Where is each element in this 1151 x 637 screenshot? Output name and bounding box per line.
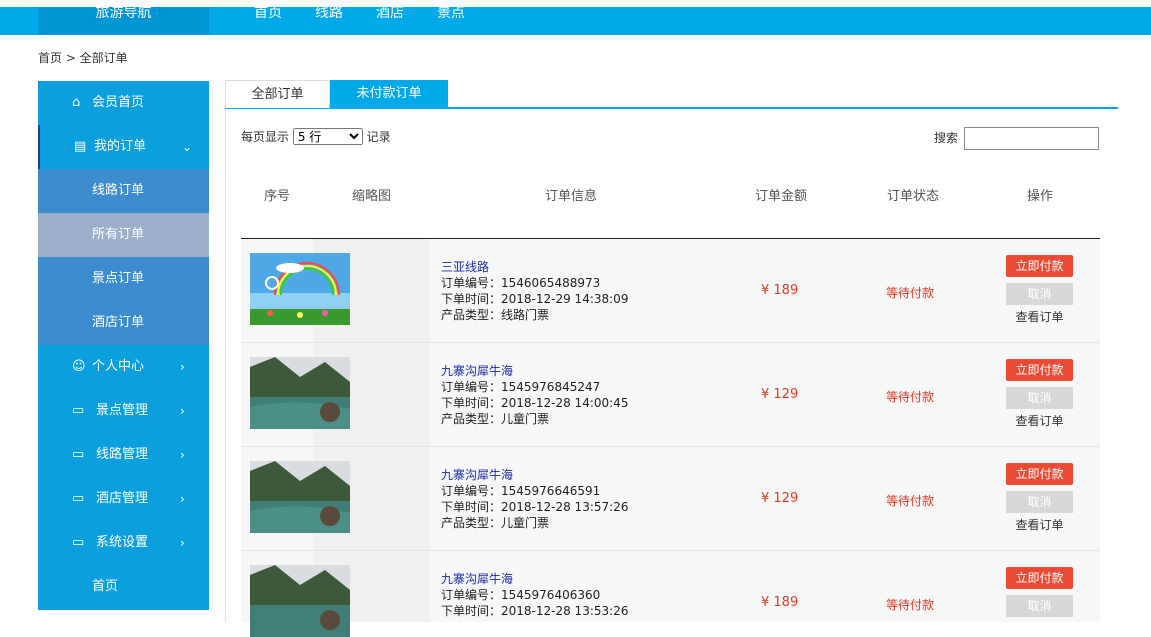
table-row: 3 九寨沟犀牛海 订单编号：1545976646591 下单时间：2018-12…: [241, 447, 1100, 551]
order-time: 下单时间：2018-12-28 14:00:45: [441, 396, 629, 410]
order-number: 订单编号：1545976845247: [441, 380, 601, 394]
row-actions: 立即付款 取消 查看订单: [1006, 255, 1073, 325]
order-info: 九寨沟犀牛海 订单编号：1545976406360 下单时间：2018-12-2…: [441, 571, 628, 619]
search-box: 搜索: [934, 127, 1099, 150]
order-type: 产品类型：儿童门票: [441, 412, 550, 426]
table-row: 4 九寨沟犀牛海 订单编号：1545976406360 下单时间：2018-12…: [241, 551, 1100, 637]
order-tabs: 全部订单 未付款订单: [225, 80, 1118, 109]
sidebar-item-home[interactable]: 首页: [38, 565, 209, 609]
sidebar-item-system[interactable]: ▭ 系统设置 ›: [38, 521, 209, 565]
row-actions: 立即付款 取消: [1006, 567, 1073, 617]
nav-home[interactable]: 首页: [254, 5, 282, 21]
search-label: 搜索: [934, 131, 959, 145]
user-icon: ☺: [72, 359, 86, 374]
pay-now-button[interactable]: 立即付款: [1006, 359, 1073, 381]
cancel-button[interactable]: 取消: [1006, 595, 1073, 617]
chevron-right-icon: ›: [180, 360, 185, 374]
order-status: 等待付款: [886, 598, 935, 612]
col-amount: 订单金额: [754, 189, 807, 204]
col-actions: 操作: [1026, 189, 1053, 204]
brand-title[interactable]: 旅游导航: [38, 5, 209, 35]
sidebar-item-personal[interactable]: ☺ 个人中心 ›: [38, 345, 209, 389]
order-amount: ¥ 129: [761, 387, 799, 402]
sidebar-sub-scenic-orders[interactable]: 景点订单: [38, 257, 209, 301]
thumbnail-image[interactable]: [250, 253, 350, 325]
table-header: 序号 缩略图 订单信息 订单金额 订单状态 操作: [241, 185, 1100, 205]
order-number: 订单编号：1546065488973: [441, 276, 601, 290]
order-number: 订单编号：1545976406360: [441, 588, 601, 602]
order-amount: ¥ 189: [761, 595, 799, 610]
order-time: 下单时间：2018-12-28 13:53:26: [441, 604, 629, 618]
sidebar-sub-route-orders[interactable]: 线路订单: [38, 169, 209, 213]
order-number: 订单编号：1545976646591: [441, 484, 601, 498]
per-page-control: 每页显示 5 行 记录: [241, 128, 391, 145]
tab-all-orders[interactable]: 全部订单: [225, 80, 330, 108]
order-title-link[interactable]: 九寨沟犀牛海: [441, 571, 628, 587]
top-navbar: 旅游导航 首页 线路 酒店 景点: [0, 5, 1151, 35]
order-status: 等待付款: [886, 286, 935, 300]
sidebar-item-hotel-mgmt[interactable]: ▭ 酒店管理 ›: [38, 477, 209, 521]
card-icon: ▭: [72, 447, 85, 462]
order-type: 产品类型：儿童门票: [441, 516, 550, 530]
sidebar-item-scenic-mgmt[interactable]: ▭ 景点管理 ›: [38, 389, 209, 433]
tab-unpaid-orders[interactable]: 未付款订单: [330, 80, 448, 108]
sidebar-item-route-mgmt[interactable]: ▭ 线路管理 ›: [38, 433, 209, 477]
col-thumb: 缩略图: [351, 189, 391, 204]
order-title-link[interactable]: 三亚线路: [441, 259, 628, 275]
view-order-link[interactable]: 查看订单: [1006, 412, 1073, 429]
order-time: 下单时间：2018-12-28 13:57:26: [441, 500, 629, 514]
chevron-down-icon: ⌄: [182, 140, 193, 154]
order-info: 九寨沟犀牛海 订单编号：1545976845247 下单时间：2018-12-2…: [441, 363, 628, 427]
order-status: 等待付款: [886, 390, 935, 404]
breadcrumb: 首页 > 全部订单: [38, 51, 128, 65]
view-order-link[interactable]: 查看订单: [1006, 308, 1073, 325]
chevron-right-icon: ›: [180, 404, 185, 418]
col-status: 订单状态: [886, 189, 939, 204]
sidebar-item-my-orders[interactable]: ▤ 我的订单 ⌄: [38, 125, 209, 169]
order-type: 产品类型：线路门票: [441, 308, 550, 322]
pay-now-button[interactable]: 立即付款: [1006, 567, 1073, 589]
thumbnail-image[interactable]: [250, 565, 350, 637]
per-page-select[interactable]: 5 行: [292, 128, 363, 145]
sidebar-sub-hotel-orders[interactable]: 酒店订单: [38, 301, 209, 345]
order-amount: ¥ 189: [761, 283, 799, 298]
order-title-link[interactable]: 九寨沟犀牛海: [441, 467, 628, 483]
order-status: 等待付款: [886, 494, 935, 508]
sidebar: ⌂ 会员首页 ▤ 我的订单 ⌄ 线路订单 所有订单 景点订单 酒店订单 ☺ 个人…: [38, 81, 209, 610]
order-title-link[interactable]: 九寨沟犀牛海: [441, 363, 628, 379]
col-no: 序号: [263, 189, 290, 204]
row-actions: 立即付款 取消 查看订单: [1006, 463, 1073, 533]
order-time: 下单时间：2018-12-29 14:38:09: [441, 292, 629, 306]
pay-now-button[interactable]: 立即付款: [1006, 255, 1073, 277]
document-icon: ▤: [74, 139, 87, 154]
order-info: 三亚线路 订单编号：1546065488973 下单时间：2018-12-29 …: [441, 259, 628, 323]
chevron-right-icon: ›: [180, 536, 185, 550]
sidebar-item-member-home[interactable]: ⌂ 会员首页: [38, 81, 209, 125]
search-input[interactable]: [963, 127, 1099, 150]
card-icon: ▭: [72, 491, 85, 506]
table-row: 1 三亚线路 订单编号：1546065488973 下单时间：2018-12-2…: [241, 239, 1100, 343]
home-icon: ⌂: [72, 95, 81, 110]
sidebar-sub-all-orders[interactable]: 所有订单: [38, 213, 209, 257]
nav-routes[interactable]: 线路: [315, 5, 343, 21]
pay-now-button[interactable]: 立即付款: [1006, 463, 1073, 485]
nav-scenic[interactable]: 景点: [437, 5, 465, 21]
cancel-button[interactable]: 取消: [1006, 491, 1073, 513]
order-info: 九寨沟犀牛海 订单编号：1545976646591 下单时间：2018-12-2…: [441, 467, 628, 531]
card-icon: ▭: [72, 535, 85, 550]
card-icon: ▭: [72, 403, 85, 418]
nav-hotels[interactable]: 酒店: [376, 5, 404, 21]
col-info: 订单信息: [544, 189, 597, 204]
order-amount: ¥ 129: [761, 491, 799, 506]
top-nav-links: 首页 线路 酒店 景点: [254, 5, 498, 21]
thumbnail-image[interactable]: [250, 357, 350, 429]
cancel-button[interactable]: 取消: [1006, 387, 1073, 409]
chevron-right-icon: ›: [180, 448, 185, 462]
chevron-right-icon: ›: [180, 492, 185, 506]
thumbnail-image[interactable]: [250, 461, 350, 533]
cancel-button[interactable]: 取消: [1006, 283, 1073, 305]
view-order-link[interactable]: 查看订单: [1006, 516, 1073, 533]
row-actions: 立即付款 取消 查看订单: [1006, 359, 1073, 429]
table-row: 2 九寨沟犀牛海 订单编号：1545976845247 下单时间：2018-12…: [241, 343, 1100, 447]
